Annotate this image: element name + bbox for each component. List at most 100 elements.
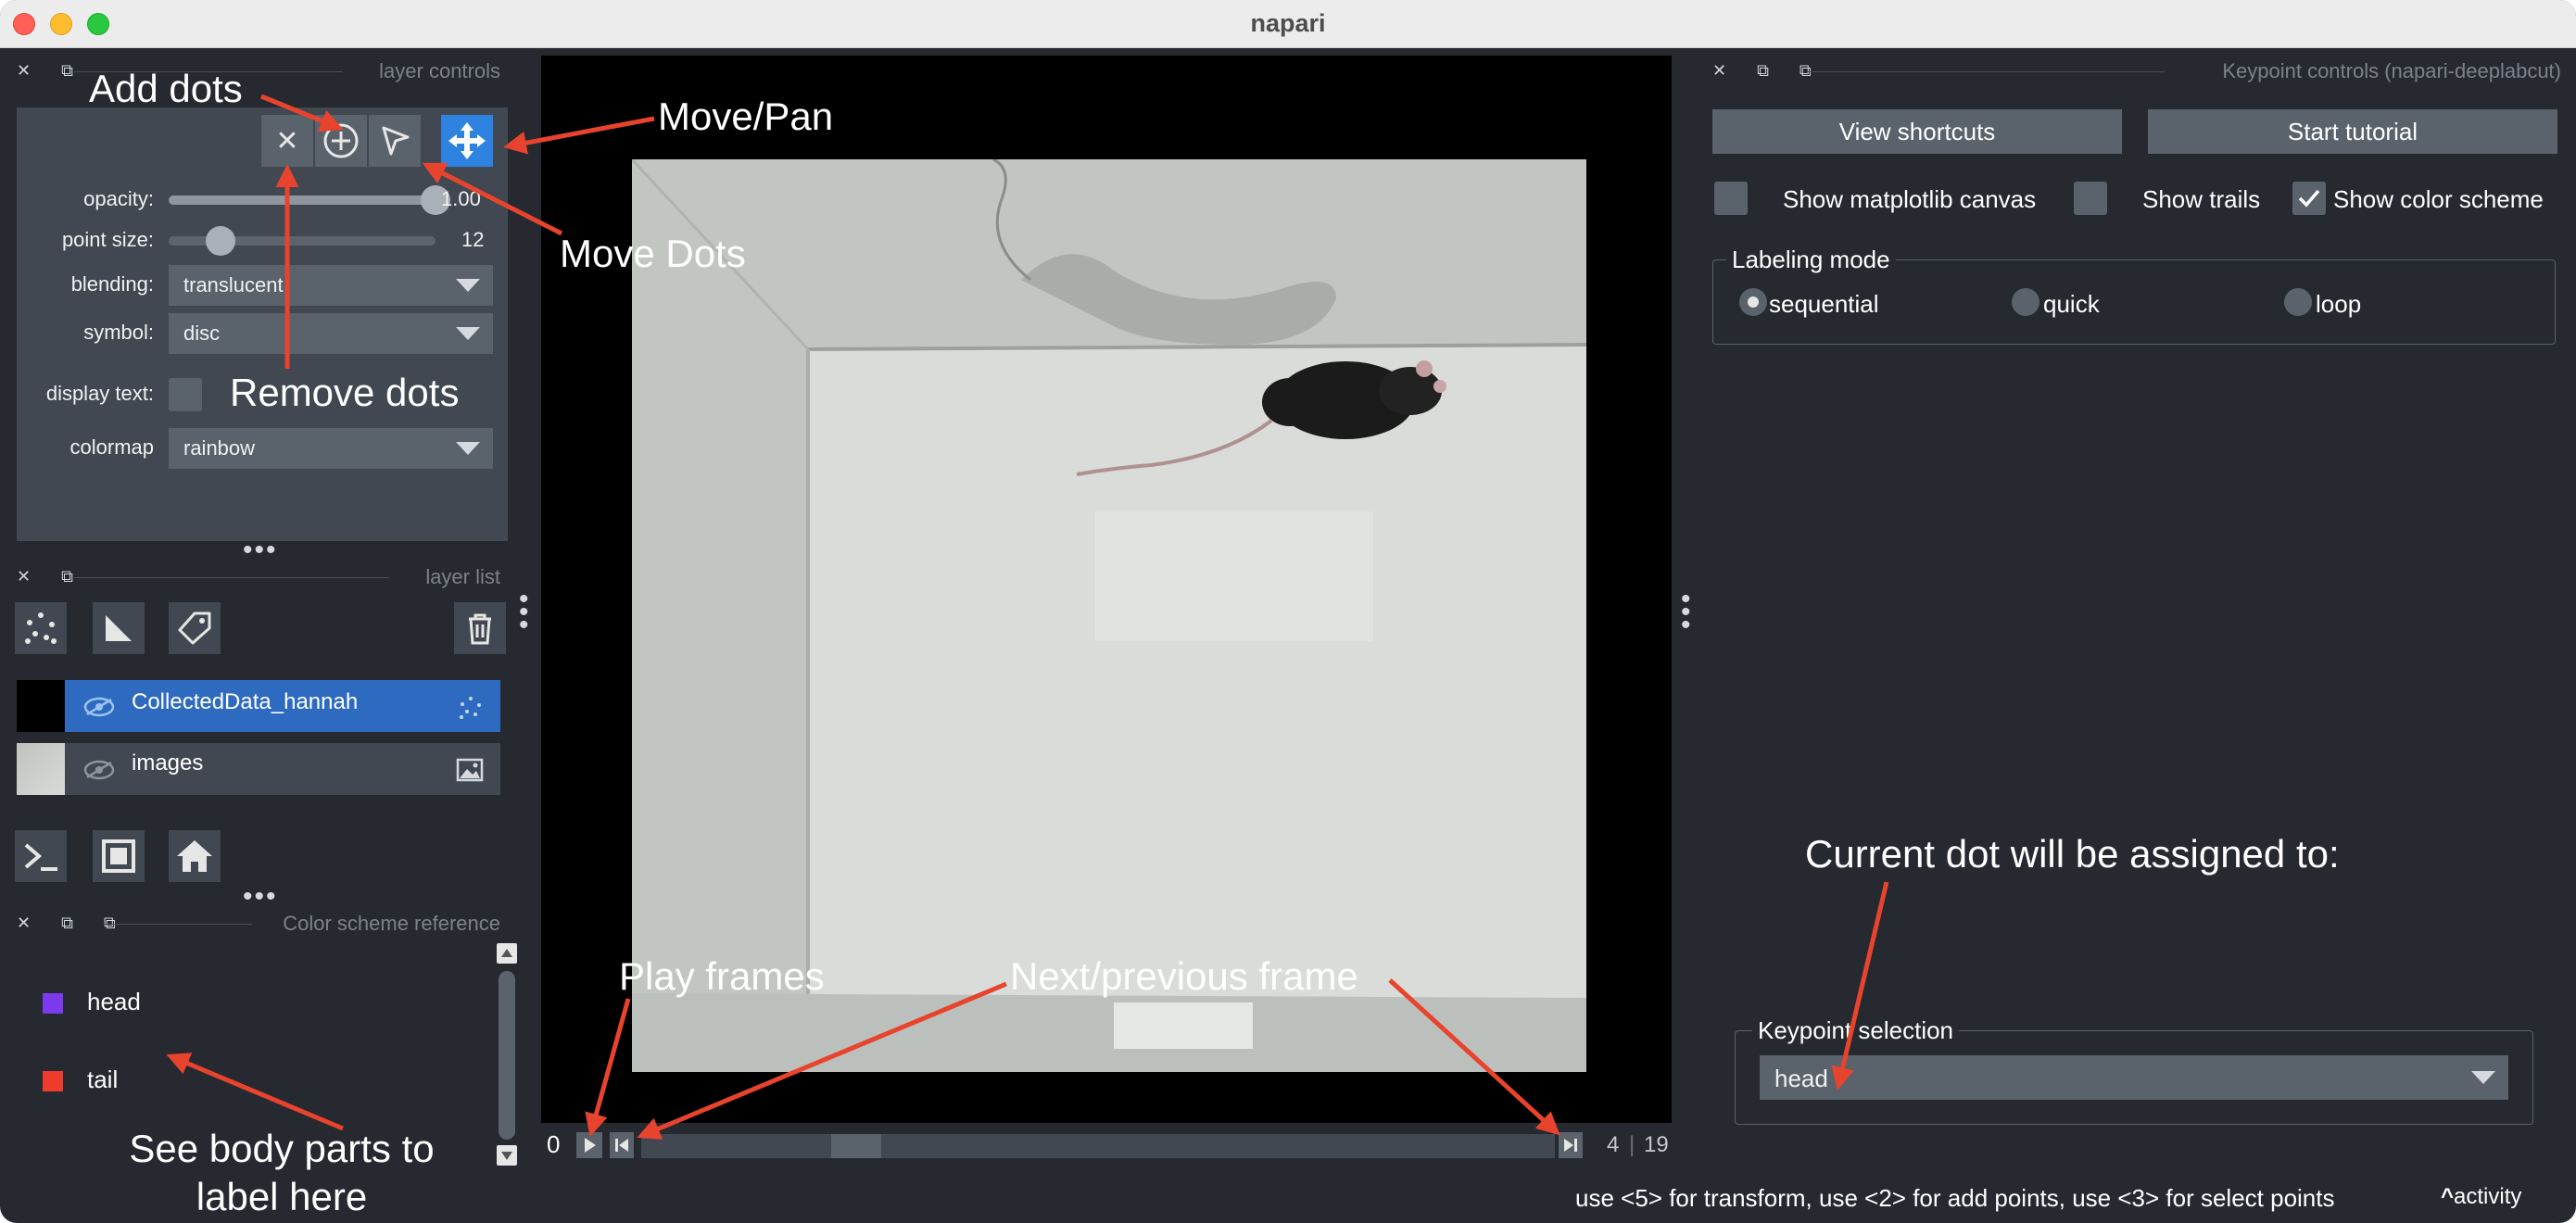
annotation-add-dots: Add dots xyxy=(89,67,243,110)
show-matplotlib-checkbox[interactable] xyxy=(1714,182,1748,215)
vertical-splitter-handle[interactable]: • • • xyxy=(1681,586,1692,639)
image-icon xyxy=(456,758,484,782)
frame-slider-handle[interactable] xyxy=(831,1134,882,1158)
layer-controls-panel: ✕ opacity: 1.00 point size: 12 blending:… xyxy=(17,107,508,541)
show-matplotlib-label: Show matplotlib canvas xyxy=(1783,185,2037,213)
keypoint-dropdown[interactable]: head xyxy=(1760,1055,2508,1100)
mouse-scene-image xyxy=(632,159,1586,1072)
layer-list-title: layer list xyxy=(425,565,500,588)
layer-item-collected-data[interactable]: CollectedData_hannah xyxy=(17,680,500,732)
layer-name: CollectedData_hannah xyxy=(132,689,359,714)
activity-label: activity xyxy=(2454,1184,2522,1209)
previous-frame-button[interactable] xyxy=(610,1132,634,1158)
new-points-layer-button[interactable] xyxy=(15,602,67,654)
symbol-dropdown[interactable]: disc xyxy=(169,313,493,354)
color-scheme-scrollbar[interactable] xyxy=(497,943,517,1166)
video-frame-image[interactable] xyxy=(632,159,1586,1072)
chevron-down-icon xyxy=(456,442,480,455)
new-shapes-layer-button[interactable] xyxy=(93,602,145,654)
activity-button[interactable]: ^activity xyxy=(2441,1184,2521,1210)
annotation-play-frames: Play frames xyxy=(619,954,825,998)
layer-controls-title: layer controls xyxy=(379,59,500,82)
checkmark-icon xyxy=(2298,189,2320,208)
arrow-body-parts xyxy=(166,1053,344,1131)
scroll-up-button[interactable] xyxy=(497,943,517,964)
toggle-ndisplay-button[interactable] xyxy=(93,830,145,882)
trash-icon xyxy=(469,613,491,645)
view-shortcuts-button[interactable]: View shortcuts xyxy=(1712,109,2122,154)
move-arrows-icon xyxy=(448,122,486,159)
select-points-button[interactable] xyxy=(369,115,421,167)
labeling-mode-group: Labeling mode sequential quick loop xyxy=(1712,246,2556,345)
layer-controls-header: ✕ ⧉ layer controls xyxy=(0,57,500,85)
annotation-move-dots: Move Dots xyxy=(560,232,746,275)
splitter-handle[interactable]: ••• xyxy=(243,883,278,911)
color-scheme-title: Color scheme reference xyxy=(283,912,500,935)
delete-layer-button[interactable] xyxy=(454,602,506,654)
colormap-dropdown[interactable]: rainbow xyxy=(169,428,493,469)
symbol-value: disc xyxy=(183,322,221,345)
show-color-scheme-checkbox[interactable] xyxy=(2292,182,2326,215)
add-points-button[interactable] xyxy=(315,115,367,167)
header-divider xyxy=(74,577,389,578)
console-button[interactable] xyxy=(15,830,67,882)
symbol-label: symbol: xyxy=(83,321,154,344)
current-frame-value: 4 xyxy=(1607,1132,1620,1157)
color-scheme-header: ✕ ⧉ ⧉ Color scheme reference xyxy=(0,910,500,938)
pan-zoom-button[interactable] xyxy=(441,115,493,167)
play-button[interactable] xyxy=(576,1132,602,1158)
eye-icon[interactable] xyxy=(83,760,115,780)
layer-name: images xyxy=(132,750,204,775)
radio-loop[interactable] xyxy=(2284,288,2312,316)
new-labels-layer-button[interactable] xyxy=(169,602,221,654)
frame-axis-label: 0 xyxy=(547,1130,561,1158)
body-part-label: head xyxy=(87,988,141,1015)
radio-sequential[interactable] xyxy=(1739,288,1767,316)
radio-sequential-label: sequential xyxy=(1769,290,1879,318)
annotation-body-parts-line1: See body parts to xyxy=(129,1127,435,1170)
opacity-slider-fill xyxy=(169,195,436,205)
vertical-splitter-handle[interactable]: • • • xyxy=(519,586,530,639)
color-swatch xyxy=(43,1071,63,1091)
opacity-label: opacity: xyxy=(83,187,154,210)
remove-points-button[interactable]: ✕ xyxy=(261,115,313,167)
chevron-down-icon xyxy=(501,1152,512,1160)
scroll-down-button[interactable] xyxy=(497,1145,517,1166)
keypoint-value: head xyxy=(1774,1065,1828,1092)
radio-quick[interactable] xyxy=(2012,288,2039,316)
home-icon xyxy=(177,840,212,872)
play-icon xyxy=(585,1138,596,1153)
frame-separator: | xyxy=(1629,1132,1635,1157)
body-part-label: tail xyxy=(87,1065,119,1093)
dims-slider-bar: 0 4 | 19 xyxy=(541,1123,1672,1167)
color-swatch xyxy=(43,993,63,1014)
next-frame-button[interactable] xyxy=(1559,1132,1583,1158)
blending-label: blending: xyxy=(70,272,154,296)
shapes-icon xyxy=(106,615,132,641)
eye-icon[interactable] xyxy=(83,697,115,717)
annotation-current-dot: Current dot will be assigned to: xyxy=(1805,832,2340,876)
labeling-mode-title: Labeling mode xyxy=(1726,246,1896,274)
blending-dropdown[interactable]: translucent xyxy=(169,265,493,306)
scroll-thumb[interactable] xyxy=(499,971,515,1140)
show-trails-checkbox[interactable] xyxy=(2074,182,2107,215)
splitter-handle[interactable]: ••• xyxy=(243,536,278,564)
display-text-checkbox[interactable] xyxy=(169,378,202,411)
header-divider xyxy=(104,924,252,925)
point-size-slider-handle[interactable] xyxy=(206,226,236,256)
point-size-label: point size: xyxy=(61,228,154,251)
layer-item-images[interactable]: images xyxy=(17,743,500,795)
reset-view-button[interactable] xyxy=(169,830,221,882)
opacity-value: 1.00 xyxy=(441,187,481,210)
layer-thumbnail xyxy=(17,743,65,795)
layer-thumbnail xyxy=(17,680,65,732)
frame-slider[interactable] xyxy=(641,1134,1555,1158)
tag-icon xyxy=(178,612,211,645)
skip-back-icon xyxy=(615,1139,628,1152)
radio-quick-label: quick xyxy=(2043,290,2100,318)
total-frames-value: 19 xyxy=(1644,1132,1669,1157)
status-message: use <5> for transform, use <2> for add p… xyxy=(1575,1184,2335,1212)
square-icon xyxy=(102,839,135,873)
start-tutorial-button[interactable]: Start tutorial xyxy=(2148,109,2557,154)
colormap-label: colormap xyxy=(69,435,154,459)
